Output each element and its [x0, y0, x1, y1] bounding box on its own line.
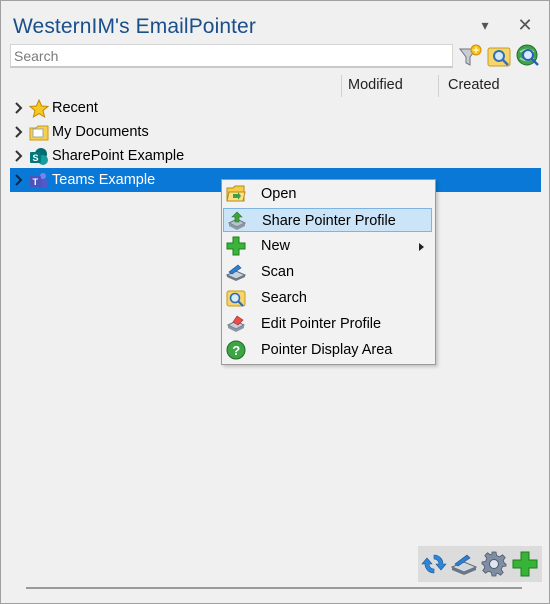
search-box: [10, 44, 453, 68]
chevron-right-icon[interactable]: [14, 120, 24, 144]
search-icon: [226, 290, 246, 307]
context-menu: Open Share Pointer Profile New Scan Sear…: [221, 179, 436, 365]
menu-item-open[interactable]: Open: [223, 182, 432, 206]
plus-icon: [226, 236, 246, 256]
menu-item-scan[interactable]: Scan: [223, 260, 432, 284]
edit-profile-icon: [226, 315, 246, 332]
bottom-toolbar: [418, 546, 542, 582]
tree-item-my-documents[interactable]: My Documents: [10, 120, 541, 144]
tree-item-recent[interactable]: Recent: [10, 96, 541, 120]
menu-item-label: Edit Pointer Profile: [261, 316, 382, 332]
window-title: WesternIM's EmailPointer: [13, 15, 256, 38]
scanner-icon[interactable]: [450, 551, 478, 577]
menu-item-label: Pointer Display Area: [261, 342, 393, 358]
menu-item-label: New: [261, 238, 291, 254]
menu-item-new[interactable]: New: [223, 234, 432, 258]
add-icon[interactable]: [512, 551, 538, 577]
teams-icon: T: [30, 173, 48, 188]
menu-item-share-pointer-profile[interactable]: Share Pointer Profile: [223, 208, 432, 232]
scanner-icon: [226, 264, 246, 281]
close-button[interactable]: ✕: [513, 13, 537, 37]
svg-text:?: ?: [232, 343, 240, 358]
tree-item-label: My Documents: [52, 124, 149, 140]
menu-item-search[interactable]: Search: [223, 286, 432, 310]
menu-item-label: Search: [261, 290, 307, 306]
globe-search-icon[interactable]: [515, 43, 541, 69]
column-header-created[interactable]: Created: [448, 73, 500, 97]
filter-star-icon[interactable]: [457, 43, 483, 69]
column-separator: [341, 75, 342, 97]
help-icon: ?: [226, 340, 246, 360]
star-icon: [29, 99, 49, 119]
menu-item-pointer-display-area[interactable]: ? Pointer Display Area: [223, 338, 432, 362]
tree-item-label: Teams Example: [52, 172, 156, 188]
refresh-icon[interactable]: [421, 551, 447, 577]
search-input[interactable]: [11, 45, 452, 66]
dropdown-button[interactable]: ▾: [473, 13, 497, 37]
tree-item-label: Recent: [52, 100, 98, 116]
tree-item-sharepoint-example[interactable]: S SharePoint Example: [10, 144, 541, 168]
open-folder-icon: [226, 185, 246, 202]
chevron-right-icon[interactable]: [14, 96, 24, 120]
svg-text:S: S: [33, 153, 39, 163]
column-separator: [438, 75, 439, 97]
svg-text:T: T: [33, 177, 39, 187]
folder-documents-icon: [29, 125, 49, 141]
sharepoint-icon: S: [30, 148, 48, 165]
menu-item-edit-pointer-profile[interactable]: Edit Pointer Profile: [223, 312, 432, 336]
submenu-arrow-icon: [419, 243, 424, 251]
chevron-right-icon[interactable]: [14, 144, 24, 168]
gear-icon[interactable]: [481, 551, 507, 577]
menu-item-label: Scan: [261, 264, 295, 280]
share-profile-icon: [227, 211, 247, 230]
menu-item-label: Open: [261, 186, 297, 202]
tree-item-label: SharePoint Example: [52, 148, 185, 164]
menu-item-label: Share Pointer Profile: [262, 213, 396, 229]
search-folder-icon[interactable]: [486, 43, 512, 69]
chevron-right-icon[interactable]: [14, 168, 24, 192]
column-header-modified[interactable]: Modified: [348, 73, 403, 97]
horizontal-scrollbar[interactable]: [26, 587, 522, 589]
